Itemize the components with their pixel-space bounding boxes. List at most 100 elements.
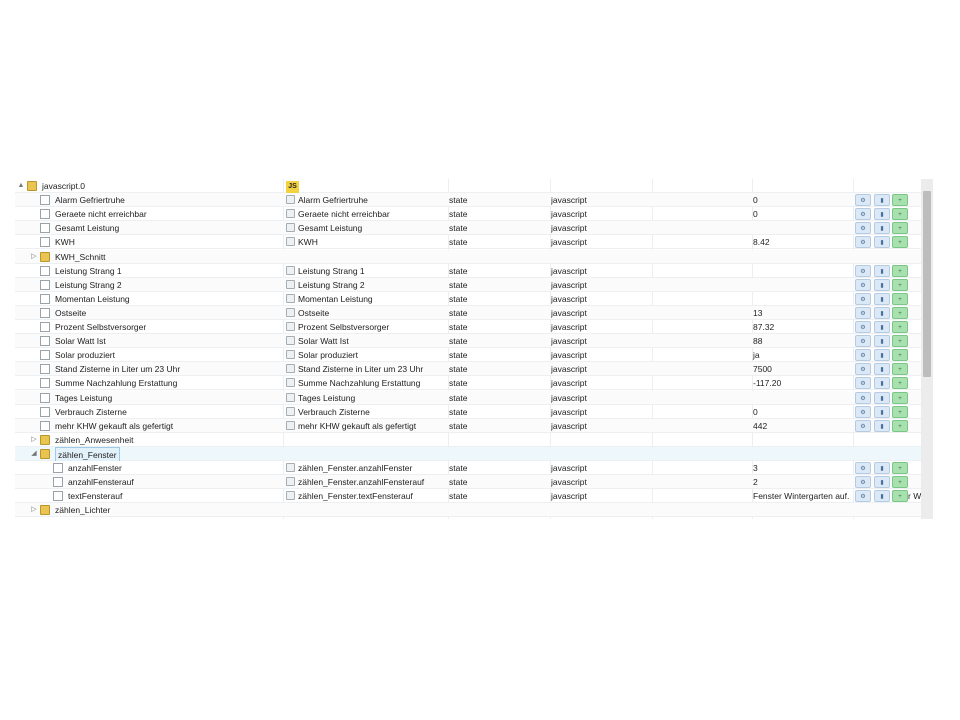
object-name[interactable]: Solar produziert xyxy=(55,348,115,362)
table-row[interactable]: Alarm Gefriertruhe Alarm Gefriertruhe stat… xyxy=(15,193,921,208)
table-row[interactable]: Momentan Leistung Momentan Leistung state j… xyxy=(15,292,921,306)
object-name[interactable]: Ostseite xyxy=(55,306,86,320)
value-cell[interactable]: 88 xyxy=(753,334,853,348)
object-name[interactable]: zählen_Anwesenheit xyxy=(55,433,133,447)
plus-icon[interactable]: + xyxy=(892,222,908,235)
table-row[interactable]: Tages Leistung Tages Leistung state javascr… xyxy=(15,390,921,405)
object-name[interactable]: anzahlFensterauf xyxy=(68,475,134,489)
trash-icon[interactable]: ▮ xyxy=(874,363,890,376)
value-cell[interactable]: -117.20 xyxy=(753,376,853,390)
plus-icon[interactable]: + xyxy=(892,349,908,362)
title-cell[interactable]: zählen_Fenster.textFensterauf xyxy=(286,489,448,503)
trash-icon[interactable]: ▮ xyxy=(874,476,890,489)
title-cell[interactable]: Alarm Gefriertruhe xyxy=(286,193,448,207)
gear-icon[interactable]: ⚙ xyxy=(855,391,871,404)
trash-icon[interactable]: ▮ xyxy=(874,419,890,432)
object-name[interactable]: Momentan Leistung xyxy=(55,292,130,306)
object-name[interactable]: Verbrauch Zisterne xyxy=(55,405,127,419)
table-row[interactable]: Solar produziert Solar produziert state jav… xyxy=(15,348,921,363)
trash-icon[interactable]: ▮ xyxy=(874,391,890,404)
gear-icon[interactable]: ⚙ xyxy=(855,462,871,474)
title-cell[interactable]: Solar Watt Ist xyxy=(286,334,448,348)
title-cell[interactable]: mehr KHW gekauft als gefertigt xyxy=(286,419,448,433)
title-cell[interactable]: Geraete nicht erreichbar xyxy=(286,207,448,221)
object-name[interactable]: zählen_Lichter xyxy=(55,503,110,517)
object-name[interactable]: KWH_Schnitt xyxy=(55,250,106,264)
table-row[interactable]: Geraete nicht erreichbar Geraete nicht er… xyxy=(15,207,921,222)
object-name[interactable]: zählen_Fenster xyxy=(55,446,120,461)
gear-icon[interactable]: ⚙ xyxy=(855,377,871,390)
expand-icon[interactable]: ▷ xyxy=(30,250,38,264)
gear-icon[interactable]: ⚙ xyxy=(855,278,871,291)
table-row[interactable]: Gesamt Leistung Gesamt Leistung state javas… xyxy=(15,221,921,236)
plus-icon[interactable]: + xyxy=(892,321,908,333)
folder-row[interactable]: ▷ zählen_Anwesenheit xyxy=(15,433,921,447)
object-name[interactable]: Leistung Strang 1 xyxy=(55,264,122,278)
object-name[interactable]: Solar Watt Ist xyxy=(55,334,106,348)
title-cell[interactable]: zählen_Fenster.anzahlFensterauf xyxy=(286,475,448,489)
value-cell[interactable]: 2 xyxy=(753,475,853,489)
object-name[interactable]: KWH xyxy=(55,235,75,249)
title-cell[interactable]: Leistung Strang 1 xyxy=(286,264,448,278)
table-row[interactable]: Leistung Strang 2 Leistung Strang 2 state j… xyxy=(15,277,921,292)
gear-icon[interactable]: ⚙ xyxy=(855,349,871,362)
plus-icon[interactable]: + xyxy=(892,405,908,418)
value-cell[interactable]: 0 xyxy=(753,193,853,207)
object-name[interactable]: Gesamt Leistung xyxy=(55,221,119,235)
plus-icon[interactable]: + xyxy=(892,363,908,376)
value-cell[interactable]: 0 xyxy=(753,405,853,419)
trash-icon[interactable]: ▮ xyxy=(874,405,890,418)
trash-icon[interactable]: ▮ xyxy=(874,222,890,235)
folder-row[interactable]: ◢ zählen_Fenster xyxy=(15,446,921,461)
plus-icon[interactable]: + xyxy=(892,306,908,319)
trash-icon[interactable]: ▮ xyxy=(874,462,890,474)
plus-icon[interactable]: + xyxy=(892,476,908,489)
trash-icon[interactable]: ▮ xyxy=(874,377,890,390)
gear-icon[interactable]: ⚙ xyxy=(855,476,871,489)
table-row[interactable]: Verbrauch Zisterne Verbrauch Zisterne stat… xyxy=(15,405,921,419)
scrollbar-thumb[interactable] xyxy=(923,191,931,377)
plus-icon[interactable]: + xyxy=(892,194,908,207)
expand-icon[interactable]: ▷ xyxy=(30,503,38,517)
plus-icon[interactable]: + xyxy=(892,490,908,503)
trash-icon[interactable]: ▮ xyxy=(874,292,890,305)
plus-icon[interactable]: + xyxy=(892,264,908,277)
trash-icon[interactable]: ▮ xyxy=(874,278,890,291)
gear-icon[interactable]: ⚙ xyxy=(855,222,871,235)
title-cell[interactable]: Solar produziert xyxy=(286,348,448,362)
object-name[interactable]: anzahlFenster xyxy=(68,461,122,475)
table-row[interactable]: textFensterauf zählen_Fenster.textFenster… xyxy=(15,489,921,504)
gear-icon[interactable]: ⚙ xyxy=(855,236,871,249)
table-row[interactable]: Summe Nachzahlung Erstattung Summe Nachza… xyxy=(15,376,921,391)
plus-icon[interactable]: + xyxy=(892,236,908,249)
value-cell[interactable]: 3 xyxy=(753,461,853,475)
gear-icon[interactable]: ⚙ xyxy=(855,306,871,319)
value-cell[interactable]: Fenster Wintergarten auf. xyxy=(753,489,853,503)
value-cell[interactable]: 87.32 xyxy=(753,320,853,334)
trash-icon[interactable]: ▮ xyxy=(874,306,890,319)
value-cell[interactable]: 442 xyxy=(753,419,853,433)
trash-icon[interactable]: ▮ xyxy=(874,236,890,249)
gear-icon[interactable]: ⚙ xyxy=(855,490,871,503)
trash-icon[interactable]: ▮ xyxy=(874,321,890,333)
table-row[interactable]: Leistung Strang 1 Leistung Strang 1 state j… xyxy=(15,264,921,278)
plus-icon[interactable]: + xyxy=(892,278,908,291)
value-cell[interactable]: 7500 xyxy=(753,362,853,376)
plus-icon[interactable]: + xyxy=(892,462,908,474)
plus-icon[interactable]: + xyxy=(892,391,908,404)
object-name[interactable]: javascript.0 xyxy=(42,179,85,193)
title-cell[interactable]: Gesamt Leistung xyxy=(286,221,448,235)
expand-icon[interactable]: ▷ xyxy=(30,433,38,447)
title-cell[interactable]: Leistung Strang 2 xyxy=(286,278,448,292)
gear-icon[interactable]: ⚙ xyxy=(855,335,871,348)
value-cell[interactable]: 8.42 xyxy=(753,235,853,249)
object-name[interactable]: Stand Zisterne in Liter um 23 Uhr xyxy=(55,362,180,376)
object-name[interactable]: mehr KHW gekauft als gefertigt xyxy=(55,419,173,433)
object-name[interactable]: textFensterauf xyxy=(68,489,122,503)
collapse-icon[interactable]: ◢ xyxy=(30,447,38,461)
table-row[interactable]: anzahlFensterauf zählen_Fenster.anzahlFen… xyxy=(15,475,921,490)
title-cell[interactable]: Tages Leistung xyxy=(286,391,448,405)
object-name[interactable]: Leistung Strang 2 xyxy=(55,278,122,292)
title-cell[interactable]: Stand Zisterne in Liter um 23 Uhr xyxy=(286,362,448,376)
table-row[interactable]: Ostseite Ostseite state javascript 13 ⚙ ▮ + xyxy=(15,305,921,320)
